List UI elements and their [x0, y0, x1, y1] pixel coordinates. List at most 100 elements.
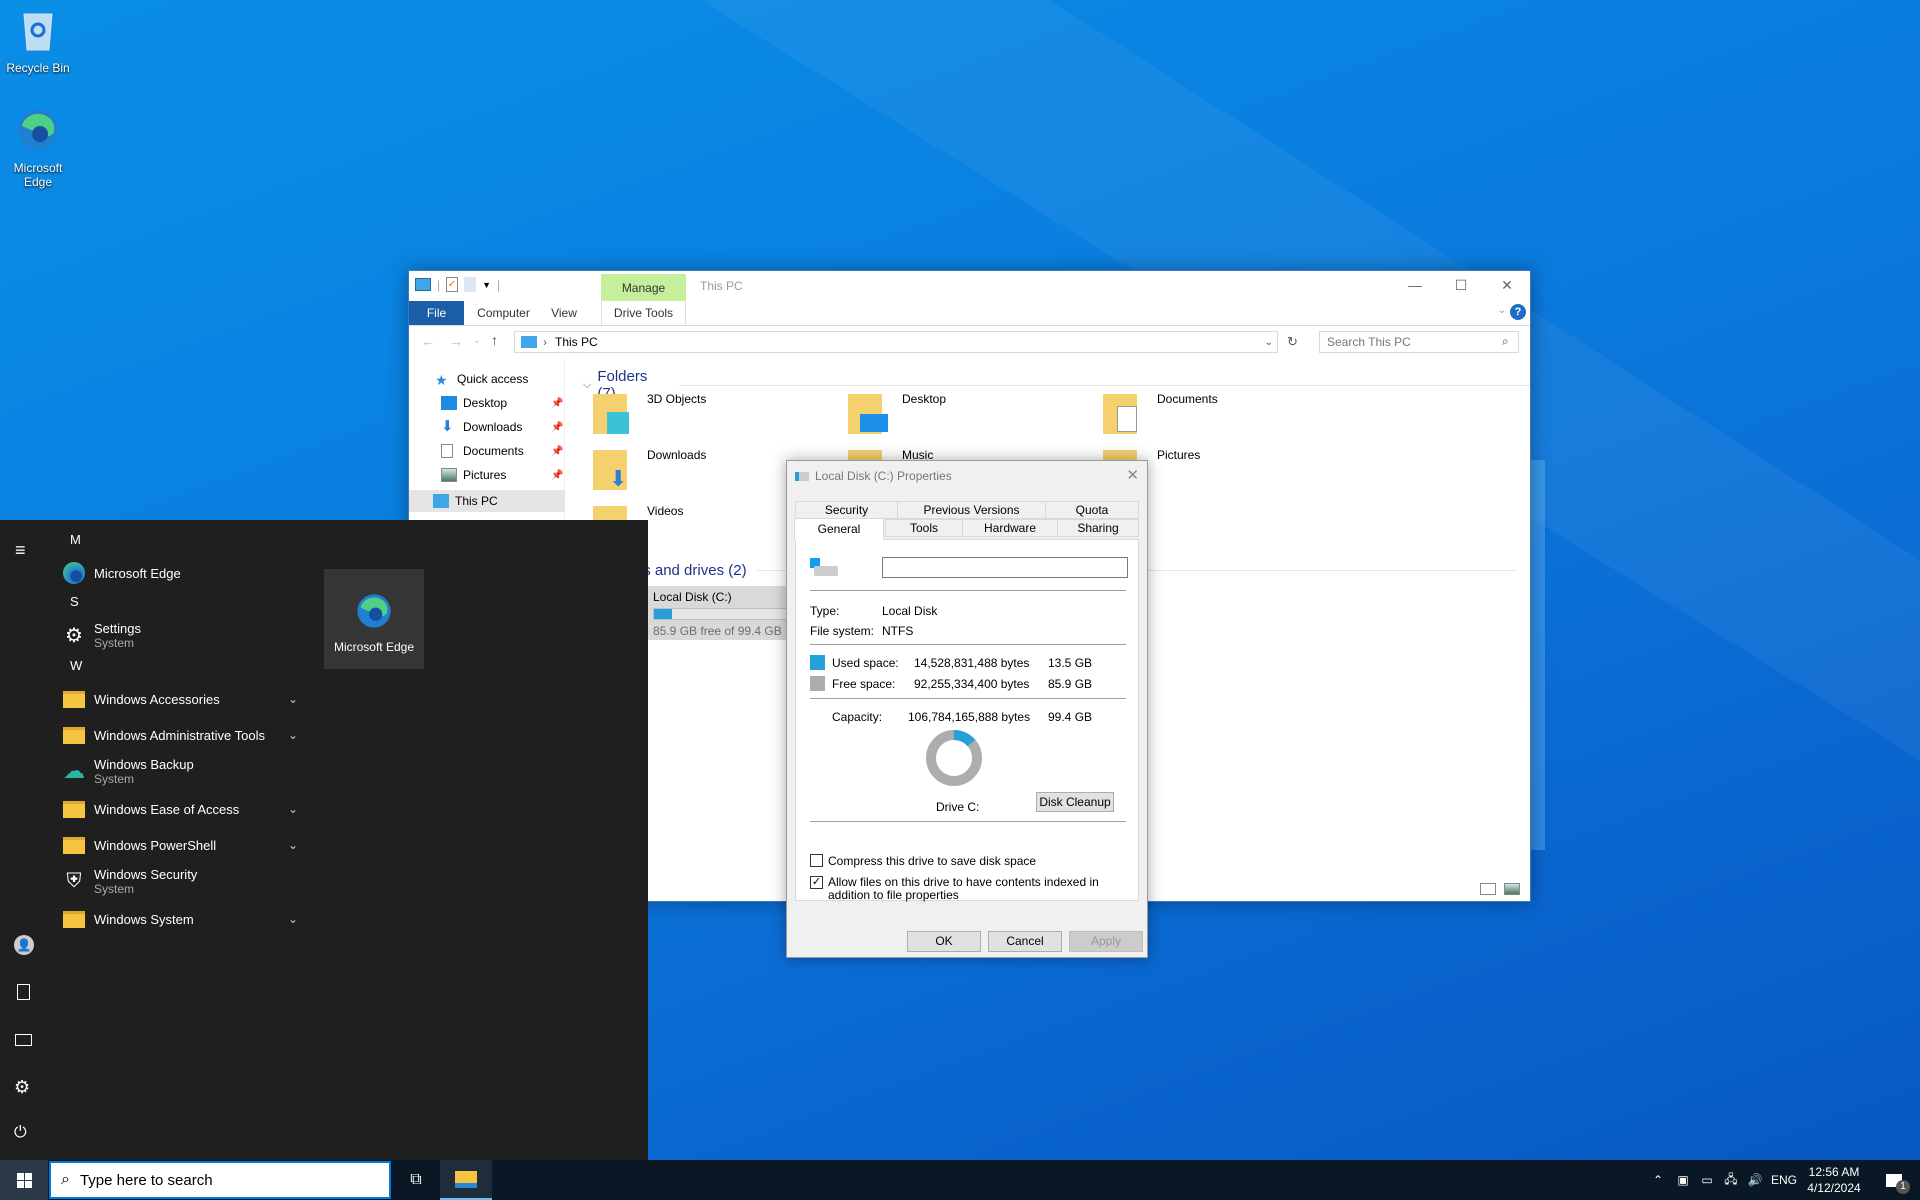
breadcrumb-this-pc[interactable]: This PC [555, 335, 598, 349]
folders-group-header[interactable]: ⌵ Folders (7) [583, 368, 1530, 402]
task-view-button[interactable]: ⧉ [392, 1160, 440, 1200]
tab-general[interactable]: General [794, 518, 884, 540]
forward-button[interactable]: → [449, 333, 463, 349]
minimize-button[interactable]: — [1392, 271, 1438, 301]
dialog-title-bar: Local Disk (C:) Properties [795, 469, 952, 483]
compress-checkbox[interactable] [810, 854, 823, 867]
start-app-microsoft-edge[interactable]: Microsoft Edge [62, 556, 302, 590]
ok-button[interactable]: OK [907, 931, 981, 952]
apply-button[interactable]: Apply [1069, 931, 1143, 952]
tab-security[interactable]: Security [795, 501, 898, 519]
settings-icon: ⚙ [65, 624, 83, 647]
tab-view[interactable]: View [539, 301, 589, 325]
action-center-button[interactable]: 1 [1874, 1160, 1914, 1200]
chevron-down-icon[interactable]: ⌄ [288, 728, 298, 742]
chevron-down-icon[interactable]: ⌄ [288, 692, 298, 706]
close-button[interactable]: ✕ [1484, 271, 1530, 301]
folder-icon [62, 797, 86, 821]
customize-qat-icon[interactable]: ▼ [482, 280, 491, 290]
manage-contextual-tab[interactable]: Manage [601, 274, 686, 301]
back-button[interactable]: ← [421, 333, 435, 349]
drive-icon [795, 471, 809, 481]
start-app-windows-administrative-tools[interactable]: Windows Administrative Tools ⌄ [62, 718, 302, 752]
nav-downloads[interactable]: ⬇ Downloads 📌 [409, 416, 565, 438]
tab-sharing[interactable]: Sharing [1057, 519, 1139, 537]
search-input[interactable]: Search This PC [1319, 331, 1519, 353]
index-checkbox[interactable]: ✓ [810, 876, 823, 889]
network-icon[interactable]: 🖧 [1720, 1160, 1742, 1200]
tab-drive-tools[interactable]: Drive Tools [601, 301, 686, 325]
section-letter[interactable]: M [70, 532, 81, 547]
nav-this-pc[interactable]: This PC [409, 490, 565, 512]
drive-free-text: 85.9 GB free of 99.4 GB [653, 624, 782, 638]
edge-tile[interactable]: Microsoft Edge [324, 569, 424, 669]
dialog-close-button[interactable]: ✕ [1126, 466, 1139, 484]
tab-quota[interactable]: Quota [1045, 501, 1139, 519]
tab-file[interactable]: File [409, 301, 464, 325]
tab-hardware[interactable]: Hardware [962, 519, 1058, 537]
language-indicator[interactable]: ENG [1768, 1160, 1800, 1200]
nav-pictures[interactable]: Pictures 📌 [409, 464, 565, 486]
chevron-down-icon[interactable]: ⌄ [288, 802, 298, 816]
used-space-label: Used space: [832, 656, 899, 670]
settings-gear-icon[interactable]: ⚙ [14, 1077, 30, 1098]
recycle-bin-desktop-icon[interactable]: Recycle Bin [0, 6, 76, 75]
folder-desktop[interactable]: Desktop [848, 392, 946, 436]
edge-icon [357, 594, 391, 628]
start-app-windows-system[interactable]: Windows System ⌄ [62, 902, 302, 936]
pictures-icon[interactable] [15, 1034, 32, 1046]
refresh-button[interactable]: ↻ [1287, 334, 1298, 350]
show-hidden-icons-button[interactable]: ⌃ [1648, 1160, 1668, 1200]
large-icons-view-icon[interactable] [1504, 883, 1520, 895]
help-icon[interactable]: ? [1510, 304, 1526, 320]
tab-tools[interactable]: Tools [885, 519, 963, 537]
used-space-gb: 13.5 GB [1048, 656, 1093, 670]
recent-locations-button[interactable]: ⌄ [473, 335, 481, 346]
volume-icon[interactable]: 🔊 [1744, 1160, 1766, 1200]
start-app-windows-powershell[interactable]: Windows PowerShell ⌄ [62, 828, 302, 862]
battery-icon[interactable]: ▭ [1696, 1160, 1718, 1200]
free-space-bytes: 92,255,334,400 bytes [914, 677, 1030, 691]
section-letter[interactable]: S [70, 594, 79, 609]
start-app-windows-backup[interactable]: ☁ Windows Backup System [62, 754, 302, 788]
details-view-icon[interactable] [1480, 883, 1496, 895]
section-letter[interactable]: W [70, 658, 82, 673]
start-app-settings[interactable]: ⚙ Settings System [62, 618, 302, 652]
taskbar-search-box[interactable]: ⌕ Type here to search [49, 1161, 391, 1199]
free-space-label: Free space: [832, 677, 896, 691]
address-input[interactable]: › This PC ⌄ [514, 331, 1278, 353]
start-app-windows-accessories[interactable]: Windows Accessories ⌄ [62, 682, 302, 716]
app-name: Windows Accessories [94, 691, 220, 707]
clock[interactable]: 12:56 AM 4/12/2024 [1800, 1160, 1868, 1200]
drive-name-input[interactable] [882, 557, 1128, 578]
nav-documents[interactable]: Documents 📌 [409, 440, 565, 462]
expand-ribbon-icon[interactable]: ⌄ [1498, 305, 1506, 316]
folder-downloads[interactable]: ⬇ Downloads [593, 448, 706, 492]
folder-documents[interactable]: Documents [1103, 392, 1218, 436]
chevron-down-icon[interactable]: ⌄ [288, 838, 298, 852]
start-app-windows-security[interactable]: ⛨ Windows Security System [62, 864, 302, 898]
cancel-button[interactable]: Cancel [988, 931, 1062, 952]
up-button[interactable]: ↑ [491, 332, 498, 348]
power-icon[interactable]: ⏻ [14, 1124, 27, 1142]
tab-computer[interactable]: Computer [471, 301, 536, 325]
folder-3d-objects[interactable]: 3D Objects [593, 392, 706, 436]
user-account-icon[interactable]: 👤 [14, 935, 34, 955]
tab-previous-versions[interactable]: Previous Versions [897, 501, 1046, 519]
disk-cleanup-button[interactable]: Disk Cleanup [1036, 792, 1114, 812]
address-dropdown-icon[interactable]: ⌄ [1265, 337, 1273, 348]
maximize-button[interactable]: ☐ [1438, 271, 1484, 301]
properties-icon[interactable]: ✓ [446, 277, 459, 292]
separator: | [437, 277, 441, 292]
camera-icon[interactable]: ▣ [1672, 1160, 1694, 1200]
file-explorer-taskbar-button[interactable] [440, 1160, 492, 1200]
nav-desktop[interactable]: Desktop 📌 [409, 392, 565, 414]
edge-desktop-icon[interactable]: Microsoft Edge [0, 106, 76, 189]
chevron-down-icon[interactable]: ⌄ [288, 912, 298, 926]
documents-icon[interactable] [17, 984, 30, 1000]
start-button[interactable] [0, 1160, 48, 1200]
nav-quick-access[interactable]: ★ Quick access [409, 368, 565, 390]
new-folder-icon[interactable] [464, 277, 477, 292]
start-app-windows-ease-of-access[interactable]: Windows Ease of Access ⌄ [62, 792, 302, 826]
hamburger-menu-icon[interactable]: ≡ [15, 540, 26, 561]
